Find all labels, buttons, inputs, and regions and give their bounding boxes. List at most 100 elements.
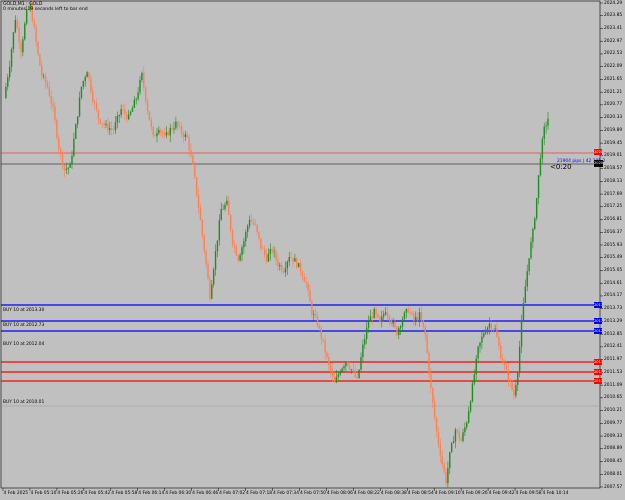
price-tick-label: 2020.77 xyxy=(604,102,623,108)
candle-body xyxy=(280,265,283,271)
candle-body xyxy=(316,316,319,327)
candle-body xyxy=(517,372,519,385)
candle-body xyxy=(101,123,103,124)
candle-body xyxy=(109,128,111,131)
candle-body xyxy=(299,263,302,272)
time-tick-label: 4 Feb 08:06 xyxy=(326,491,353,496)
candle-body xyxy=(201,220,204,236)
price-tick-label: 2015.49 xyxy=(604,255,623,261)
candle-body xyxy=(275,251,277,260)
candle-body xyxy=(239,255,241,261)
candle-body xyxy=(212,269,215,285)
candle-body xyxy=(432,387,434,403)
candle-body xyxy=(292,257,294,262)
candle-body xyxy=(46,82,49,88)
candle-body xyxy=(545,125,547,127)
price-tick-label: 2011.53 xyxy=(604,369,623,375)
price-tick-label: 2015.93 xyxy=(604,242,623,248)
candle-body xyxy=(203,235,205,251)
candle-body xyxy=(99,119,102,124)
candle-body xyxy=(250,219,253,222)
candle-body xyxy=(216,240,219,252)
candle-body xyxy=(218,220,221,241)
candle-body xyxy=(467,411,470,423)
candle-body xyxy=(320,328,323,339)
candle-body xyxy=(24,23,26,40)
candle-body xyxy=(139,79,141,93)
candle-body xyxy=(369,316,372,322)
candle-body xyxy=(90,78,92,92)
candle-body xyxy=(133,99,136,108)
chart-window[interactable]: GOLD,M1 : GOLD 0 minutes 19 seconds left… xyxy=(0,0,625,500)
candle-body xyxy=(313,314,315,315)
candle-body xyxy=(80,86,83,98)
price-tick-label: 2009.77 xyxy=(604,420,623,426)
candle-body xyxy=(511,381,513,390)
candle-body xyxy=(403,312,406,320)
time-tick-label: 4 Feb 07:34 xyxy=(273,491,300,496)
candle-body xyxy=(483,333,485,337)
candle-body xyxy=(284,268,287,273)
candle-body xyxy=(69,163,71,168)
candle-body xyxy=(95,103,98,110)
candle-body xyxy=(381,316,383,322)
candle-body xyxy=(428,352,430,374)
candle-body xyxy=(405,308,408,313)
candle-body xyxy=(59,148,62,153)
time-tick-label: 4 Feb 09:58 xyxy=(515,491,542,496)
candle-body xyxy=(180,126,183,134)
candle-body xyxy=(311,301,313,315)
price-tick-label: 2008.45 xyxy=(604,459,623,465)
candle-body xyxy=(88,72,90,79)
candle-body xyxy=(235,246,238,256)
candle-body xyxy=(220,209,222,221)
candle-body xyxy=(150,120,153,127)
price-chart[interactable] xyxy=(0,0,625,500)
candle-body xyxy=(197,195,200,208)
candle-body xyxy=(464,427,466,433)
time-tick-label: 4 Feb 09:10 xyxy=(434,491,461,496)
candle-body xyxy=(156,133,158,137)
candle-body xyxy=(248,219,251,226)
candle-body xyxy=(479,342,481,347)
candle-body xyxy=(107,123,109,131)
time-tick-label: 4 Feb 07:18 xyxy=(246,491,273,496)
candle-body xyxy=(76,116,79,125)
price-tick-label: 2020.33 xyxy=(604,115,623,121)
candle-body xyxy=(373,308,375,319)
candle-body xyxy=(335,376,338,383)
candle-body xyxy=(54,106,56,121)
candle-body xyxy=(61,152,64,166)
candle-body xyxy=(18,28,20,43)
candle-body xyxy=(290,257,292,258)
candle-body xyxy=(152,126,154,136)
candle-body xyxy=(190,150,192,156)
candle-body xyxy=(543,126,545,139)
candle-body xyxy=(384,312,387,315)
candle-body xyxy=(50,96,52,104)
candle-body xyxy=(301,271,304,277)
price-tick-label: 2011.09 xyxy=(604,382,623,388)
candle-body xyxy=(530,241,532,259)
candle-body xyxy=(407,308,409,313)
countdown-label: <0:20 xyxy=(550,163,572,171)
candle-body xyxy=(78,97,81,117)
time-tick-label: 4 Feb 09:42 xyxy=(488,491,515,496)
candle-body xyxy=(252,221,255,224)
candle-body xyxy=(462,432,464,441)
candle-body xyxy=(305,281,307,284)
candle-body xyxy=(67,167,69,169)
candle-body xyxy=(352,369,355,371)
candle-body xyxy=(371,316,374,319)
price-tick-label: 2012.41 xyxy=(604,344,623,350)
candle-body xyxy=(73,138,75,156)
candle-body xyxy=(129,111,132,115)
candle-body xyxy=(509,380,511,382)
buy-label-2: BUY 10 at 2012.73 xyxy=(3,323,45,328)
candle-body xyxy=(307,283,309,291)
time-tick-label: 4 Feb 06:14 xyxy=(138,491,165,496)
price-tick-label: 2022.53 xyxy=(604,51,623,57)
buy-label-3: BUY 10 at 2012.04 xyxy=(3,342,45,347)
candle-body xyxy=(282,270,285,273)
current-price-tag: 2020.28 xyxy=(594,160,603,167)
